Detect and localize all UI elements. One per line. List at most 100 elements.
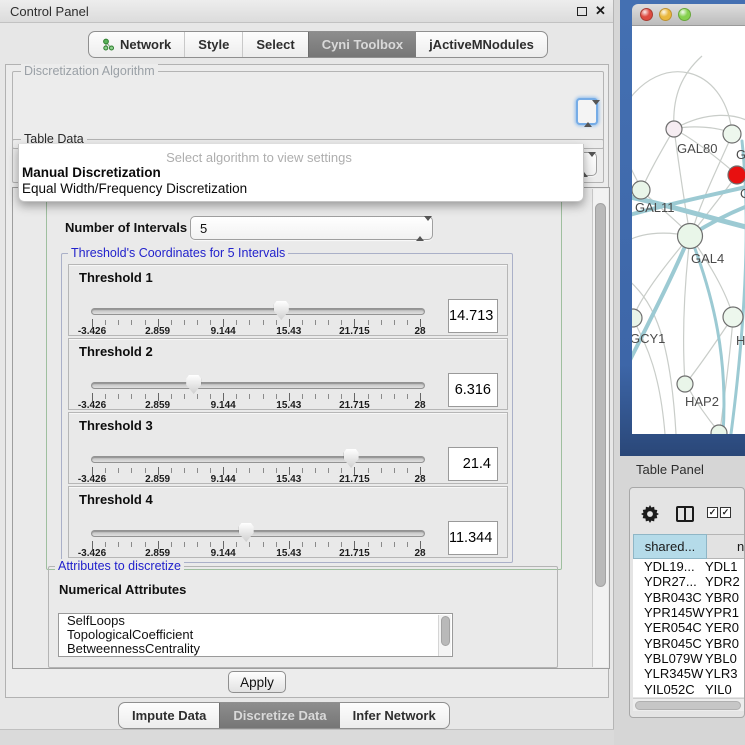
slider-tick	[328, 320, 329, 325]
threshold-label: Threshold 1	[79, 270, 153, 285]
slider-tick	[407, 468, 408, 473]
cell-shared-name: YDR27...	[633, 574, 705, 589]
slider-tick-label: 2.859	[145, 474, 170, 485]
table-panel: ✓ ✓ shared... na YDL19...YDL1YDR27...YDR…	[629, 487, 745, 718]
slider-tick-label: 15.43	[276, 474, 301, 485]
tab-discretize-data[interactable]: Discretize Data	[219, 703, 339, 728]
network-node-h[interactable]	[723, 307, 743, 327]
slider-tick	[171, 320, 172, 325]
tab-select[interactable]: Select	[242, 32, 307, 57]
threshold-slider-track[interactable]	[91, 308, 425, 315]
table-row[interactable]: YDR27...YDR2	[633, 574, 745, 589]
slider-tick	[145, 468, 146, 473]
slider-tick-label: 9.144	[211, 326, 236, 337]
dropdown-prompt: Select algorithm to view settings	[19, 150, 583, 165]
cell-name: YBR0	[705, 636, 739, 651]
cyni-toolbox-panel: Discretization Algorithm Select algorith…	[5, 64, 609, 698]
mac-minimize-button[interactable]	[659, 8, 672, 21]
slider-tick	[407, 320, 408, 325]
table-row[interactable]: YDL19...YDL1	[633, 559, 745, 574]
slider-tick	[407, 542, 408, 547]
combo-arrows-icon	[584, 105, 593, 123]
slider-tick	[276, 320, 277, 325]
slider-tick-label: 21.715	[339, 400, 370, 411]
float-window-icon[interactable]	[577, 7, 587, 16]
threshold-value-field[interactable]: 14.713	[448, 299, 498, 333]
network-node-gal11[interactable]	[632, 181, 650, 199]
attributes-group: Attributes to discretize Numerical Attri…	[48, 566, 558, 668]
slider-tick	[184, 468, 185, 473]
mac-zoom-button[interactable]	[678, 8, 691, 21]
tab-network[interactable]: Network	[89, 32, 184, 57]
table-panel-title: Table Panel	[636, 462, 704, 477]
table-row[interactable]: YBR043CYBR0	[633, 590, 745, 605]
num-intervals-combo[interactable]: 5	[190, 216, 433, 240]
network-node-ga[interactable]	[723, 125, 741, 143]
threshold-slider-thumb[interactable]	[274, 301, 289, 320]
checkbox-icon[interactable]: ✓	[720, 507, 731, 518]
threshold-value-field[interactable]: 21.4	[448, 447, 498, 481]
threshold-value-field[interactable]: 11.344	[448, 521, 498, 555]
table-row[interactable]: YPR145WYPR1	[633, 605, 745, 620]
close-icon[interactable]: ✕	[595, 3, 606, 19]
slider-tick-label: 15.43	[276, 548, 301, 559]
slider-tick	[105, 468, 106, 473]
network-canvas[interactable]: GAL80GACGAL11GAL4GCY1HHAP2	[632, 26, 745, 434]
threshold-slider-track[interactable]	[91, 456, 425, 463]
threshold-slider-thumb[interactable]	[239, 523, 254, 542]
attributes-list-scrollbar[interactable]	[438, 615, 451, 657]
slider-tick-label: 28	[414, 400, 425, 411]
network-node-c[interactable]	[728, 166, 745, 184]
apply-button[interactable]: Apply	[228, 671, 286, 693]
tab-cyni-toolbox[interactable]: Cyni Toolbox	[308, 32, 416, 57]
slider-tick-label: 15.43	[276, 326, 301, 337]
combo-arrows-icon	[416, 221, 425, 236]
tab-infer-network[interactable]: Infer Network	[340, 703, 449, 728]
network-node-gcy1[interactable]	[632, 309, 642, 327]
attribute-list-item[interactable]: SelfLoops	[59, 614, 452, 628]
table-horizontal-scrollbar[interactable]	[633, 698, 745, 711]
network-node-gal4[interactable]	[678, 224, 703, 249]
table-row[interactable]: YBR045CYBR0	[633, 636, 745, 651]
mac-close-button[interactable]	[640, 8, 653, 21]
tab-style[interactable]: Style	[184, 32, 242, 57]
numerical-attributes-label: Numerical Attributes	[59, 582, 186, 597]
slider-tick	[197, 394, 198, 399]
algorithm-combo-button[interactable]	[576, 98, 598, 125]
slider-tick-label: 2.859	[145, 326, 170, 337]
attribute-list-item[interactable]: TopologicalCoefficient	[59, 628, 452, 642]
threshold-label: Threshold 2	[79, 344, 153, 359]
checkbox-icon[interactable]: ✓	[707, 507, 718, 518]
threshold-slider-track[interactable]	[91, 530, 425, 537]
threshold-slider-thumb[interactable]	[186, 375, 201, 394]
settings-scrollbar-thumb[interactable]	[595, 203, 606, 587]
cell-shared-name: YLR345W	[633, 666, 705, 681]
column-header-shared-name[interactable]: shared...	[633, 534, 707, 559]
table-row[interactable]: YIL052CYIL0	[633, 682, 745, 697]
slider-tick	[197, 468, 198, 473]
dropdown-option-manual[interactable]: Manual Discretization	[19, 165, 583, 181]
gear-icon[interactable]	[641, 505, 659, 523]
num-intervals-label: Number of Intervals	[65, 220, 187, 235]
column-header-name[interactable]: na	[707, 534, 745, 559]
tab-impute-data[interactable]: Impute Data	[119, 703, 219, 728]
threshold-slider-track[interactable]	[91, 382, 425, 389]
slider-tick	[341, 394, 342, 399]
tab-jactivemnodules[interactable]: jActiveMNodules	[416, 32, 547, 57]
dropdown-option-equal-width[interactable]: Equal Width/Frequency Discretization	[19, 181, 583, 197]
threshold-slider-thumb[interactable]	[344, 449, 359, 468]
threshold-value-field[interactable]: 6.316	[448, 373, 498, 407]
tab-label: Discretize Data	[233, 708, 326, 723]
attribute-list-item[interactable]: BetweennessCentrality	[59, 642, 452, 656]
network-node-hap2[interactable]	[677, 376, 693, 392]
slider-tick	[184, 320, 185, 325]
column-layout-icon[interactable]	[676, 506, 694, 522]
slider-tick	[302, 320, 303, 325]
slider-tick	[263, 394, 264, 399]
table-row[interactable]: YBL079WYBL0	[633, 651, 745, 666]
table-row[interactable]: YER054CYER0	[633, 620, 745, 635]
slider-tick	[328, 542, 329, 547]
settings-scrollbar[interactable]	[592, 189, 608, 667]
network-node-gal80[interactable]	[666, 121, 682, 137]
table-row[interactable]: YLR345WYLR3	[633, 666, 745, 681]
